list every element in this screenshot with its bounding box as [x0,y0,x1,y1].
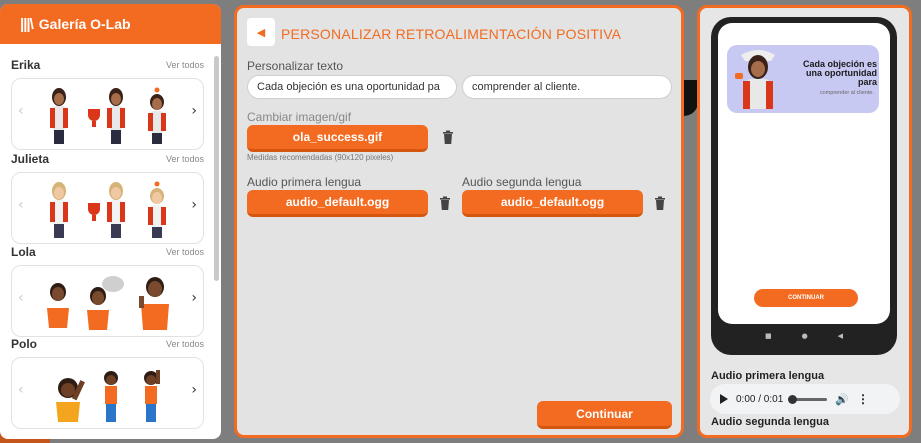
more-options-icon[interactable]: ⋮ [857,392,869,406]
chevron-right-icon[interactable]: › [191,103,197,119]
character-group-julieta: Julieta Ver todos ‹ › [11,150,204,244]
chevron-left-icon[interactable]: ‹ [18,290,24,306]
phone-mockup: Cada objeción es una oportunidad para co… [711,17,897,355]
julieta-trophy-thumbnail[interactable] [84,181,132,239]
character-carousel: ‹ › [11,357,204,429]
character-carousel: ‹ › [11,172,204,244]
character-name: Polo [11,337,37,351]
character-group-erika: Erika Ver todos ‹ › [11,56,204,150]
character-gallery: |||\ Galería O-Lab Erika Ver todos ‹ › J… [0,4,221,439]
gallery-list: Erika Ver todos ‹ › Julieta Ver todos ‹ [0,44,212,439]
editor-title: PERSONALIZAR RETROALIMENTACIÓN POSITIVA [281,26,622,42]
trash-icon[interactable] [439,196,451,210]
see-all-link[interactable]: Ver todos [166,247,204,257]
polo-raise-thumbnail[interactable] [136,366,166,424]
trash-icon[interactable] [442,130,454,144]
volume-icon[interactable]: 🔊 [835,393,849,406]
character-name: Erika [11,58,41,72]
character-group-polo: Polo Ver todos ‹ › [11,335,204,429]
polo-point-thumbnail[interactable] [96,366,126,424]
audio1-label: Audio primera lengua [247,175,362,189]
lola-pose-thumbnail[interactable] [43,274,73,332]
phone-navbar: ■ ● ◀ [711,329,897,343]
text-input-line-2[interactable]: comprender al cliente. [462,75,672,99]
image-file-button[interactable]: ola_success.gif [247,125,428,152]
feedback-banner: Cada objeción es una oportunidad para co… [727,45,879,113]
image-size-hint: Medidas recomendadas (90x120 pixeles) [247,153,394,162]
see-all-link[interactable]: Ver todos [166,154,204,164]
character-gif-image [735,50,775,109]
audio-time: 0:00 / 0:01 [736,393,784,405]
gallery-title: Galería O-Lab [38,16,131,32]
banner-subtitle: comprender al cliente. [819,90,874,96]
preview-audio1-label: Audio primera lengua [711,370,825,382]
gallery-header: |||\ Galería O-Lab [0,4,221,44]
mobile-preview-panel: Cada objeción es una oportunidad para co… [697,5,912,438]
continue-button[interactable]: Continuar [537,401,672,429]
erika-trophy-thumbnail[interactable] [84,87,132,145]
chevron-left-icon[interactable]: ‹ [18,382,24,398]
triangle-back-icon: ◀ [837,332,844,340]
character-carousel: ‹ › [11,78,204,150]
olab-logo-icon: |||\ [20,15,34,33]
circle-icon: ● [801,332,808,340]
back-button[interactable]: ◀ [247,18,275,46]
trash-icon[interactable] [654,196,666,210]
audio1-player[interactable]: 0:00 / 0:01 🔊 ⋮ [710,384,900,414]
chevron-right-icon[interactable]: › [191,382,197,398]
lola-thinking-thumbnail[interactable] [83,274,127,332]
text-label: Personalizar texto [247,59,344,73]
julieta-idea-thumbnail[interactable] [142,181,172,239]
audio2-file-button[interactable]: audio_default.ogg [462,190,643,217]
audio2-label: Audio segunda lengua [462,175,582,189]
erika-idea-thumbnail[interactable] [142,87,172,145]
julieta-pose-thumbnail[interactable] [44,181,74,239]
audio1-file-button[interactable]: audio_default.ogg [247,190,428,217]
text-input-line-1[interactable]: Cada objeción es una oportunidad pa [247,75,457,99]
chevron-right-icon[interactable]: › [191,290,197,306]
character-name: Julieta [11,152,50,166]
erika-pose-thumbnail[interactable] [44,87,74,145]
gallery-scrollbar[interactable] [214,56,219,281]
chevron-left-icon[interactable]: ‹ [18,197,24,213]
see-all-link[interactable]: Ver todos [166,339,204,349]
lola-wave-thumbnail[interactable] [137,274,173,332]
chevron-right-icon[interactable]: › [191,197,197,213]
triangle-left-icon: ◀ [256,25,266,39]
banner-title: Cada objeción es una oportunidad para [802,59,877,87]
chevron-left-icon[interactable]: ‹ [18,103,24,119]
feedback-editor-panel: ◀ PERSONALIZAR RETROALIMENTACIÓN POSITIV… [234,5,684,438]
square-icon: ■ [764,332,772,340]
character-name: Lola [11,245,36,259]
see-all-link[interactable]: Ver todos [166,60,204,70]
play-icon[interactable] [720,394,728,404]
audio-progress-slider[interactable] [788,394,828,404]
character-group-lola: Lola Ver todos ‹ › [11,243,204,337]
image-label: Cambiar imagen/gif [247,110,352,124]
character-carousel: ‹ › [11,265,204,337]
polo-cheer-thumbnail[interactable] [50,366,86,424]
phone-continue-button[interactable]: CONTINUAR [754,289,858,307]
phone-screen: Cada objeción es una oportunidad para co… [718,23,890,324]
preview-audio2-label: Audio segunda lengua [711,416,829,428]
